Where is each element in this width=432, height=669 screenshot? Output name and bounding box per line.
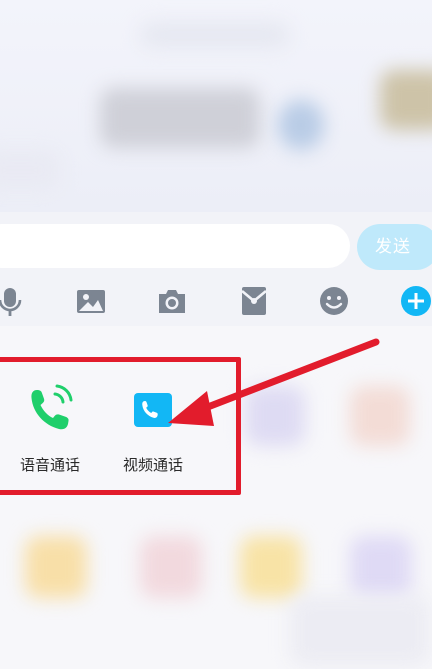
red-packet-icon[interactable] <box>238 285 270 317</box>
video-call-icon <box>134 393 172 427</box>
image-icon[interactable] <box>75 285 107 317</box>
voice-call-label: 语音通话 <box>19 456 80 474</box>
blurred-feature <box>350 386 410 446</box>
blurred-content <box>0 150 60 190</box>
blurred-content <box>278 100 324 150</box>
blurred-feature <box>350 536 412 598</box>
blurred-content <box>140 22 290 48</box>
voice-call-icon <box>31 384 73 430</box>
video-call-label: 视频通话 <box>122 456 183 474</box>
blurred-feature <box>25 536 87 598</box>
blurred-watermark <box>290 596 430 666</box>
message-input[interactable] <box>0 224 350 268</box>
camera-icon[interactable] <box>156 285 188 317</box>
blurred-feature <box>240 536 302 598</box>
blurred-feature <box>245 386 305 446</box>
blurred-content <box>100 88 260 148</box>
input-toolbar <box>0 274 432 326</box>
video-call-button[interactable]: 视频通话 <box>108 380 198 480</box>
blurred-feature <box>140 536 202 598</box>
voice-call-button[interactable]: 语音通话 <box>5 380 95 480</box>
microphone-icon[interactable] <box>0 285 26 317</box>
emoji-icon[interactable] <box>318 285 350 317</box>
send-button[interactable]: 发送 <box>357 224 432 270</box>
plus-icon[interactable] <box>399 284 432 318</box>
blurred-content <box>380 70 432 130</box>
chat-history <box>0 0 432 212</box>
